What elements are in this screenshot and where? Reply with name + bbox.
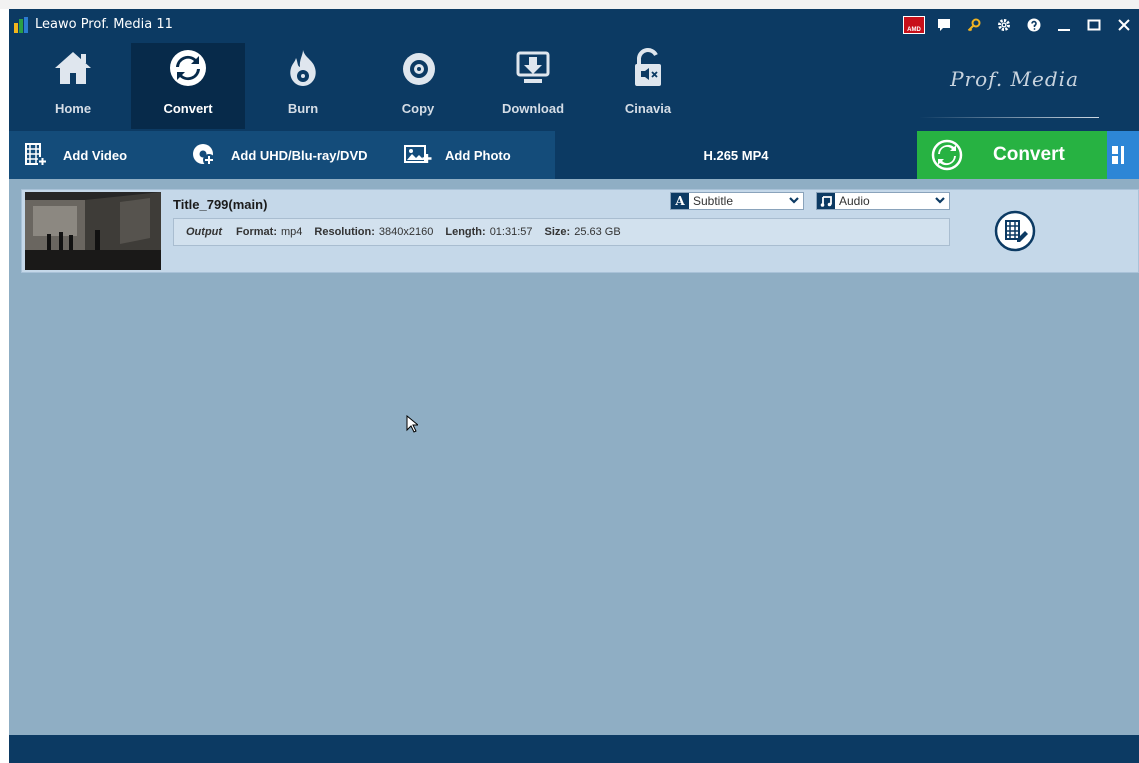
convert-button-label: Convert	[993, 144, 1065, 165]
nav-item-convert[interactable]: Convert	[131, 43, 245, 129]
toolbar: Add Video Add UHD/Blu-ray/DVD Add Photo …	[9, 131, 1139, 179]
nav-item-home[interactable]: Home	[16, 43, 130, 129]
nav-label-copy: Copy	[401, 101, 435, 116]
copy-icon	[361, 43, 475, 93]
subtitle-dropdown[interactable]: A Subtitle	[670, 192, 804, 210]
nav-label-download: Download	[501, 101, 565, 116]
video-title: Title_799(main)	[173, 197, 268, 212]
leawo-logo-icon	[14, 17, 30, 33]
burn-icon	[246, 43, 360, 93]
add-photo-icon	[403, 140, 433, 170]
chevron-down-icon	[931, 197, 949, 205]
window-title: Leawo Prof. Media 11	[35, 17, 173, 32]
mouse-cursor-icon	[406, 414, 420, 438]
size-label: Size:	[544, 226, 571, 238]
length-value: 01:31:57	[489, 226, 533, 238]
audio-dropdown[interactable]: Audio	[816, 192, 950, 210]
add-video-label: Add Video	[63, 147, 128, 163]
video-thumbnail[interactable]	[25, 192, 161, 270]
nav-item-copy[interactable]: Copy	[361, 43, 475, 129]
chevron-down-icon	[785, 197, 803, 205]
music-note-icon	[817, 193, 835, 209]
cinavia-icon	[591, 43, 705, 93]
nav-item-cinavia[interactable]: Cinavia	[591, 43, 705, 129]
nav-item-download[interactable]: Download	[476, 43, 590, 129]
add-disc-icon	[189, 140, 219, 170]
video-list-item[interactable]: Title_799(main) A Subtitle Audio Output …	[21, 189, 1139, 273]
format-label: Format:	[236, 226, 277, 238]
maximize-icon[interactable]	[1079, 9, 1109, 41]
nav-item-burn[interactable]: Burn	[246, 43, 360, 129]
title-bar: Leawo Prof. Media 11 AMD	[9, 9, 1139, 41]
background-strip	[0, 0, 1139, 9]
app-window: Leawo Prof. Media 11 AMD Home Convert Bu…	[9, 9, 1139, 763]
nav-label-convert: Convert	[163, 101, 213, 116]
add-photo-button[interactable]: Add Photo	[403, 131, 511, 179]
audio-value: Audio	[839, 194, 870, 208]
feedback-icon[interactable]	[929, 9, 959, 41]
nav-label-home: Home	[54, 101, 92, 116]
format-value: mp4	[281, 226, 303, 238]
subtitle-icon: A	[671, 193, 689, 209]
minimize-icon[interactable]	[1049, 9, 1079, 41]
amd-badge-icon[interactable]: AMD	[899, 9, 929, 41]
help-icon[interactable]	[1019, 9, 1049, 41]
length-label: Length:	[445, 226, 486, 238]
key-icon[interactable]	[959, 9, 989, 41]
output-format-selector[interactable]: H.265 MP4	[555, 131, 917, 179]
resolution-label: Resolution:	[314, 226, 375, 238]
convert-button[interactable]: Convert	[917, 131, 1107, 179]
status-bar	[9, 735, 1139, 763]
add-video-button[interactable]: Add Video	[21, 131, 127, 179]
convert-icon	[131, 43, 245, 93]
download-icon	[476, 43, 590, 93]
nav-label-burn: Burn	[287, 101, 319, 116]
nav-label-cinavia: Cinavia	[624, 101, 672, 116]
home-icon	[16, 43, 130, 93]
brand-underline	[919, 117, 1099, 118]
panel-toggle-button[interactable]	[1107, 131, 1139, 179]
add-photo-label: Add Photo	[445, 147, 511, 163]
size-value: 25.63 GB	[574, 226, 621, 238]
main-nav: Home Convert Burn Copy Download Cinavia …	[9, 41, 1139, 131]
add-disc-button[interactable]: Add UHD/Blu-ray/DVD	[189, 131, 368, 179]
output-label: Output	[186, 226, 223, 238]
settings-gear-icon[interactable]	[989, 9, 1019, 41]
brand-wordmark: Prof. Media	[950, 67, 1079, 91]
edit-video-icon	[994, 210, 1036, 252]
add-video-icon	[21, 140, 51, 170]
add-disc-label: Add UHD/Blu-ray/DVD	[231, 147, 368, 163]
edit-video-button[interactable]	[992, 208, 1038, 254]
resolution-value: 3840x2160	[378, 226, 434, 238]
output-info: Output Format: mp4 Resolution: 3840x2160…	[173, 218, 950, 246]
panel-toggle-icon	[1112, 146, 1124, 164]
convert-button-icon	[931, 139, 963, 171]
subtitle-value: Subtitle	[693, 194, 734, 208]
close-icon[interactable]	[1109, 9, 1139, 41]
